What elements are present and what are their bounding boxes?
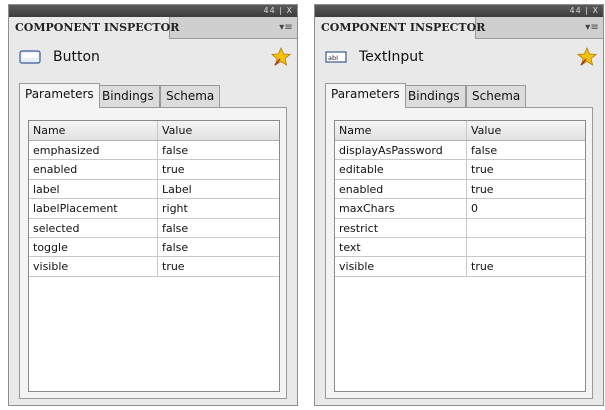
column-header-name[interactable]: Name (29, 121, 158, 140)
panel-titlebar[interactable]: 44 | X (315, 5, 603, 17)
table-row[interactable]: displayAsPassword false (335, 141, 585, 161)
param-name: text (335, 237, 467, 257)
panel-tabstrip: COMPONENT INSPECTOR ▾≡ (315, 17, 603, 39)
param-value[interactable]: right (158, 199, 279, 217)
table-row[interactable]: text (335, 237, 585, 258)
column-header-name[interactable]: Name (335, 121, 467, 140)
parameters-grid: Name Value emphasized false enabled true… (28, 120, 280, 392)
tab-schema[interactable]: Schema (160, 85, 221, 107)
param-value[interactable]: false (158, 141, 279, 159)
param-name: visible (335, 257, 467, 276)
panel-tab-title[interactable]: COMPONENT INSPECTOR (9, 17, 179, 39)
panel-titlebar[interactable]: 44 | X (9, 5, 297, 17)
param-value[interactable]: true (158, 160, 279, 178)
param-name: selected (29, 218, 158, 237)
table-row[interactable]: toggle false (29, 237, 279, 258)
table-row[interactable]: enabled true (29, 160, 279, 180)
panel-tabstrip: COMPONENT INSPECTOR ▾≡ (9, 17, 297, 39)
component-header: Button (9, 45, 297, 71)
tab-parameters[interactable]: Parameters (19, 83, 100, 108)
component-inspector-panel: 44 | X COMPONENT INSPECTOR ▾≡ Button Par… (8, 4, 298, 406)
panel-tab-title[interactable]: COMPONENT INSPECTOR (315, 17, 485, 39)
table-row[interactable]: restrict (335, 218, 585, 238)
pin-star-icon[interactable] (271, 47, 291, 67)
parameters-pane: Name Value emphasized false enabled true… (19, 107, 287, 399)
tab-parameters[interactable]: Parameters (325, 83, 406, 108)
column-header-value[interactable]: Value (467, 121, 585, 140)
param-value[interactable]: Label (158, 180, 279, 198)
param-name: labelPlacement (29, 199, 158, 218)
table-row[interactable]: enabled true (335, 179, 585, 200)
table-row[interactable]: emphasized false (29, 141, 279, 161)
component-name: TextInput (359, 49, 424, 65)
component-inspector-panel: 44 | X COMPONENT INSPECTOR ▾≡ abI TextIn… (314, 4, 604, 406)
param-value[interactable] (467, 219, 585, 237)
button-icon (19, 50, 41, 64)
param-name: visible (29, 257, 158, 276)
param-name: enabled (335, 179, 467, 199)
grid-header: Name Value (29, 121, 279, 141)
table-row[interactable]: editable true (335, 160, 585, 180)
param-name: displayAsPassword (335, 141, 467, 160)
param-name: restrict (335, 218, 467, 237)
param-name: maxChars (335, 199, 467, 218)
tab-schema[interactable]: Schema (466, 85, 527, 107)
tab-bindings[interactable]: Bindings (402, 85, 466, 107)
param-name: label (29, 179, 158, 199)
grid-header: Name Value (335, 121, 585, 141)
pin-star-icon[interactable] (577, 47, 597, 67)
table-row[interactable]: label Label (29, 179, 279, 200)
window-controls[interactable]: 44 | X (570, 5, 599, 17)
param-value[interactable]: true (158, 257, 279, 275)
param-name: enabled (29, 160, 158, 179)
param-value[interactable] (467, 238, 585, 256)
table-row[interactable]: selected false (29, 218, 279, 238)
param-value[interactable]: 0 (467, 199, 585, 217)
svg-text:abI: abI (328, 54, 338, 62)
param-value[interactable]: true (467, 257, 585, 275)
table-row[interactable]: visible true (29, 257, 279, 277)
component-header: abI TextInput (315, 45, 603, 71)
panel-menu-icon[interactable]: ▾≡ (585, 22, 599, 33)
param-name: editable (335, 160, 467, 179)
textinput-icon: abI (325, 51, 347, 63)
tab-bindings[interactable]: Bindings (96, 85, 160, 107)
table-row[interactable]: labelPlacement right (29, 199, 279, 219)
panel-menu-icon[interactable]: ▾≡ (279, 22, 293, 33)
param-name: toggle (29, 237, 158, 257)
param-value[interactable]: true (467, 160, 585, 178)
param-name: emphasized (29, 141, 158, 160)
table-row[interactable]: maxChars 0 (335, 199, 585, 219)
param-value[interactable]: false (158, 219, 279, 237)
component-name: Button (53, 49, 100, 65)
param-value[interactable]: true (467, 180, 585, 198)
param-value[interactable]: false (467, 141, 585, 159)
table-row[interactable]: visible true (335, 257, 585, 277)
parameters-pane: Name Value displayAsPassword false edita… (325, 107, 593, 399)
window-controls[interactable]: 44 | X (264, 5, 293, 17)
column-header-value[interactable]: Value (158, 121, 279, 140)
parameters-grid: Name Value displayAsPassword false edita… (334, 120, 586, 392)
param-value[interactable]: false (158, 238, 279, 256)
